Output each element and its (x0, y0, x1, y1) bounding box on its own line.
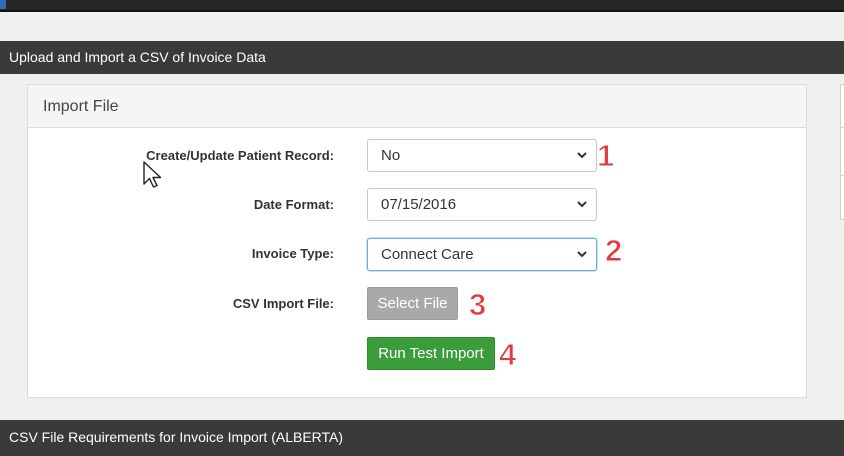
chevron-down-icon (577, 201, 587, 208)
patient-record-select[interactable]: No (367, 139, 597, 172)
annotation-marker-2: 2 (604, 233, 623, 269)
patient-record-value: No (381, 147, 401, 164)
chevron-down-icon (577, 251, 587, 258)
requirements-section-title: CSV File Requirements for Invoice Import… (9, 429, 344, 445)
chevron-down-icon (577, 152, 587, 159)
panel-title: Import File (43, 98, 119, 115)
invoice-type-select[interactable]: Connect Care (367, 238, 597, 271)
run-test-import-button[interactable]: Run Test Import (367, 337, 495, 370)
patient-record-label: Create/Update Patient Record: (146, 148, 334, 163)
annotation-marker-1: 1 (596, 138, 615, 174)
upload-section-header: Upload and Import a CSV of Invoice Data (0, 41, 844, 74)
upload-section-title: Upload and Import a CSV of Invoice Data (9, 49, 266, 65)
invoice-type-label: Invoice Type: (251, 246, 334, 261)
top-bar-accent (0, 0, 6, 9)
date-format-label: Date Format: (253, 197, 334, 212)
side-panel-edge (840, 84, 844, 220)
date-format-select[interactable]: 07/15/2016 (367, 188, 597, 221)
annotation-marker-3: 3 (468, 287, 487, 323)
invoice-type-value: Connect Care (381, 246, 474, 263)
annotation-marker-4: 4 (498, 337, 517, 373)
csv-import-file-label: CSV Import File: (232, 296, 334, 311)
date-format-value: 07/15/2016 (381, 196, 457, 213)
mouse-pointer-icon (143, 161, 162, 188)
select-file-button[interactable]: Select File (367, 287, 458, 320)
panel-header: Import File (28, 85, 806, 128)
top-bar-divider (0, 10, 844, 12)
requirements-section-header: CSV File Requirements for Invoice Import… (0, 420, 844, 456)
app-top-bar (0, 0, 844, 12)
